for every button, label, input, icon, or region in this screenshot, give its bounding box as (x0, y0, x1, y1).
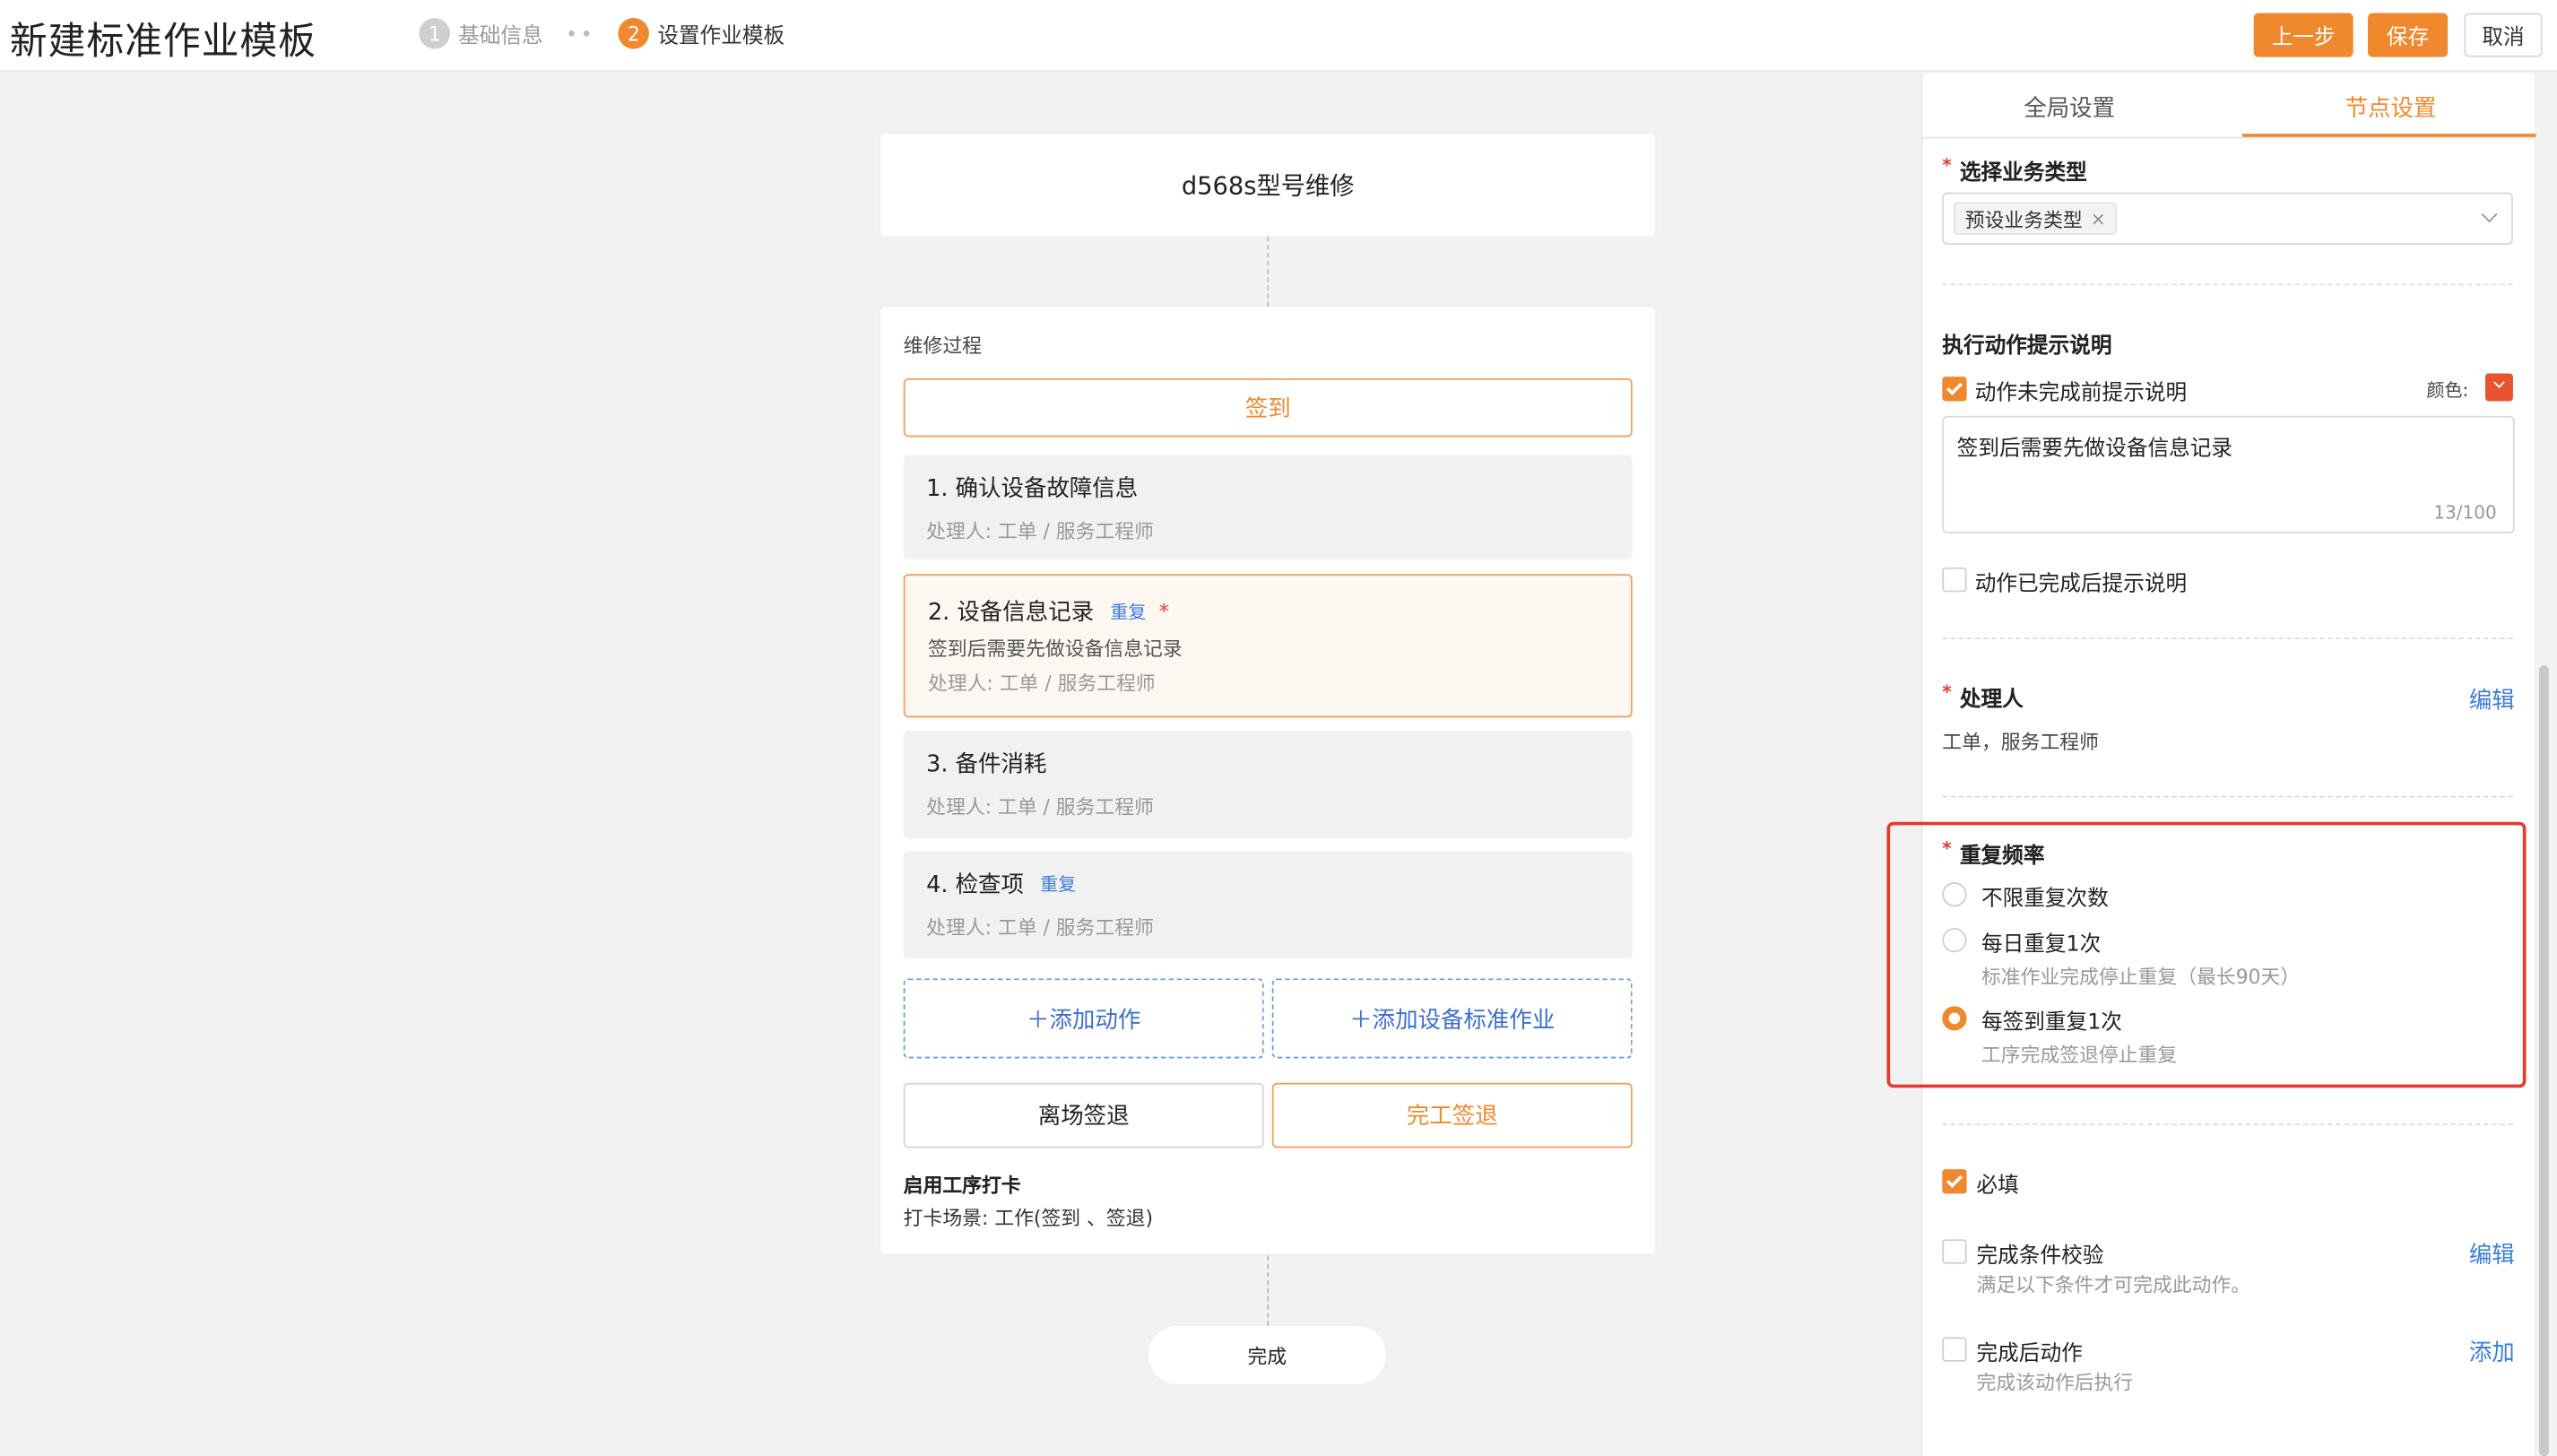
action-item[interactable]: 1. 确认设备故障信息 处理人: 工单 / 服务工程师 (903, 455, 1633, 559)
tab-global-settings[interactable]: 全局设置 (2024, 91, 2115, 124)
repeat-tag: 重复 (1110, 602, 1147, 623)
action-handler: 处理人: 工单 / 服务工程师 (926, 795, 1154, 819)
tab-node-settings[interactable]: 节点设置 (2345, 91, 2437, 124)
close-icon[interactable]: × (2091, 208, 2106, 230)
connector-line (1267, 1255, 1270, 1326)
action-item[interactable]: 4. 检查项 重复 处理人: 工单 / 服务工程师 (903, 851, 1633, 959)
action-item-selected[interactable]: 2. 设备信息记录 重复 * 签到后需要先做设备信息记录 处理人: 工单 / 服… (903, 574, 1633, 718)
required-label: 必填 (1976, 1174, 2019, 1199)
cancel-button[interactable]: 取消 (2464, 13, 2543, 57)
repeat-per-signin-radio[interactable] (1942, 1006, 1967, 1031)
repeat-tag: 重复 (1040, 873, 1077, 896)
step-separator: •• (566, 22, 596, 46)
after-action-sub: 完成该动作后执行 (1976, 1371, 2134, 1395)
color-label: 颜色: (2426, 379, 2469, 402)
add-standard-job-button[interactable]: ＋添加设备标准作业 (1271, 978, 1633, 1059)
repeat-unlimited-radio[interactable] (1942, 882, 1967, 907)
required-checkbox[interactable] (1942, 1169, 1967, 1194)
step-label: 基础信息 (458, 24, 543, 49)
flow-title-card[interactable]: d568s型号维修 (880, 134, 1656, 237)
char-counter: 13/100 (2433, 502, 2497, 524)
step-template-setup[interactable]: 2 设置作业模板 (618, 18, 785, 49)
hint-before-checkbox[interactable] (1942, 377, 1967, 402)
business-type-label: * 选择业务类型 (1942, 154, 2087, 186)
step-label: 设置作业模板 (657, 24, 785, 49)
panel-scrollbar[interactable] (2539, 665, 2549, 1456)
action-handler: 处理人: 工单 / 服务工程师 (927, 672, 1156, 695)
process-card: 维修过程 签到 1. 确认设备故障信息 处理人: 工单 / 服务工程师 2. 设… (880, 306, 1656, 1254)
color-picker[interactable] (2485, 373, 2513, 402)
divider (1942, 1123, 2513, 1126)
condition-sub: 满足以下条件才可完成此动作。 (1976, 1273, 2251, 1297)
page-title: 新建标准作业模板 (9, 21, 316, 64)
condition-checkbox[interactable] (1942, 1239, 1967, 1264)
handler-label: * 处理人 (1942, 681, 2024, 713)
action-item[interactable]: 3. 备件消耗 处理人: 工单 / 服务工程师 (903, 730, 1633, 838)
business-type-select[interactable]: 预设业务类型 × (1942, 192, 2513, 245)
action-handler: 处理人: 工单 / 服务工程师 (926, 520, 1154, 543)
chevron-down-icon (2481, 206, 2498, 223)
business-type-chip: 预设业务类型 × (1954, 202, 2118, 235)
punch-scene: 打卡场景: 工作(签到 、签退) (903, 1206, 1154, 1230)
hint-after-checkbox[interactable] (1942, 567, 1967, 593)
after-action-checkbox[interactable] (1942, 1337, 1967, 1362)
action-title: 4. 检查项 重复 (926, 872, 1077, 899)
step-number: 2 (618, 18, 650, 49)
action-desc: 签到后需要先做设备信息记录 (927, 637, 1183, 661)
stepper: 1 基础信息 •• 2 设置作业模板 (419, 18, 784, 49)
repeat-daily-radio[interactable] (1942, 927, 1967, 953)
repeat-option-sub: 标准作业完成停止重复（最长90天） (1981, 965, 2301, 989)
action-handler: 处理人: 工单 / 服务工程师 (926, 916, 1154, 940)
step-basic-info[interactable]: 1 基础信息 (419, 18, 543, 49)
connector-line (1267, 236, 1270, 307)
action-title: 1. 确认设备故障信息 (926, 476, 1139, 503)
punch-title: 启用工序打卡 (903, 1174, 1021, 1198)
required-star: * (1158, 600, 1169, 623)
active-tab-indicator (2241, 134, 2536, 137)
panel-tabs: 全局设置 节点设置 (1922, 74, 2536, 139)
hint-after-label: 动作已完成后提示说明 (1974, 572, 2188, 597)
repeat-option-label: 每签到重复1次 (1981, 1010, 2122, 1036)
signin-node[interactable]: 签到 (903, 377, 1633, 438)
action-title: 3. 备件消耗 (926, 751, 1047, 778)
condition-edit-link[interactable]: 编辑 (2469, 1238, 2515, 1270)
done-node[interactable]: 完成 (1148, 1325, 1387, 1385)
hint-section-title: 执行动作提示说明 (1942, 334, 2112, 360)
save-button[interactable]: 保存 (2368, 13, 2449, 57)
divider (1942, 283, 2513, 286)
after-action-add-link[interactable]: 添加 (2469, 1336, 2515, 1368)
step-number: 1 (419, 18, 451, 49)
top-header: 新建标准作业模板 1 基础信息 •• 2 设置作业模板 上一步 保存 取消 (0, 0, 2557, 73)
hint-textarea-value: 签到后需要先做设备信息记录 (1956, 437, 2233, 462)
action-title: 2. 设备信息记录 重复 * (927, 600, 1169, 627)
process-label: 维修过程 (903, 334, 983, 358)
divider (1942, 795, 2513, 798)
repeat-option-sub: 工序完成签退停止重复 (1981, 1044, 2178, 1067)
leave-signout-node[interactable]: 离场签退 (903, 1082, 1264, 1148)
repeat-option-label: 每日重复1次 (1981, 932, 2102, 958)
condition-label: 完成条件校验 (1976, 1244, 2104, 1270)
handler-value: 工单，服务工程师 (1942, 730, 2099, 754)
divider (1942, 637, 2513, 640)
after-action-label: 完成后动作 (1976, 1341, 2083, 1367)
handler-edit-link[interactable]: 编辑 (2469, 683, 2515, 715)
hint-textarea[interactable]: 签到后需要先做设备信息记录 13/100 (1942, 415, 2515, 533)
flow-title: d568s型号维修 (1181, 170, 1355, 201)
repeat-label: * 重复频率 (1942, 837, 2045, 870)
prev-step-button[interactable]: 上一步 (2253, 13, 2353, 57)
add-action-button[interactable]: ＋添加动作 (903, 978, 1264, 1059)
hint-before-label: 动作未完成前提示说明 (1974, 381, 2188, 406)
repeat-option-label: 不限重复次数 (1981, 887, 2109, 912)
settings-panel: 全局设置 节点设置 * 选择业务类型 预设业务类型 × 执行动作提示说明 动作未完… (1886, 73, 2536, 1456)
finish-signout-node[interactable]: 完工签退 (1271, 1082, 1633, 1148)
